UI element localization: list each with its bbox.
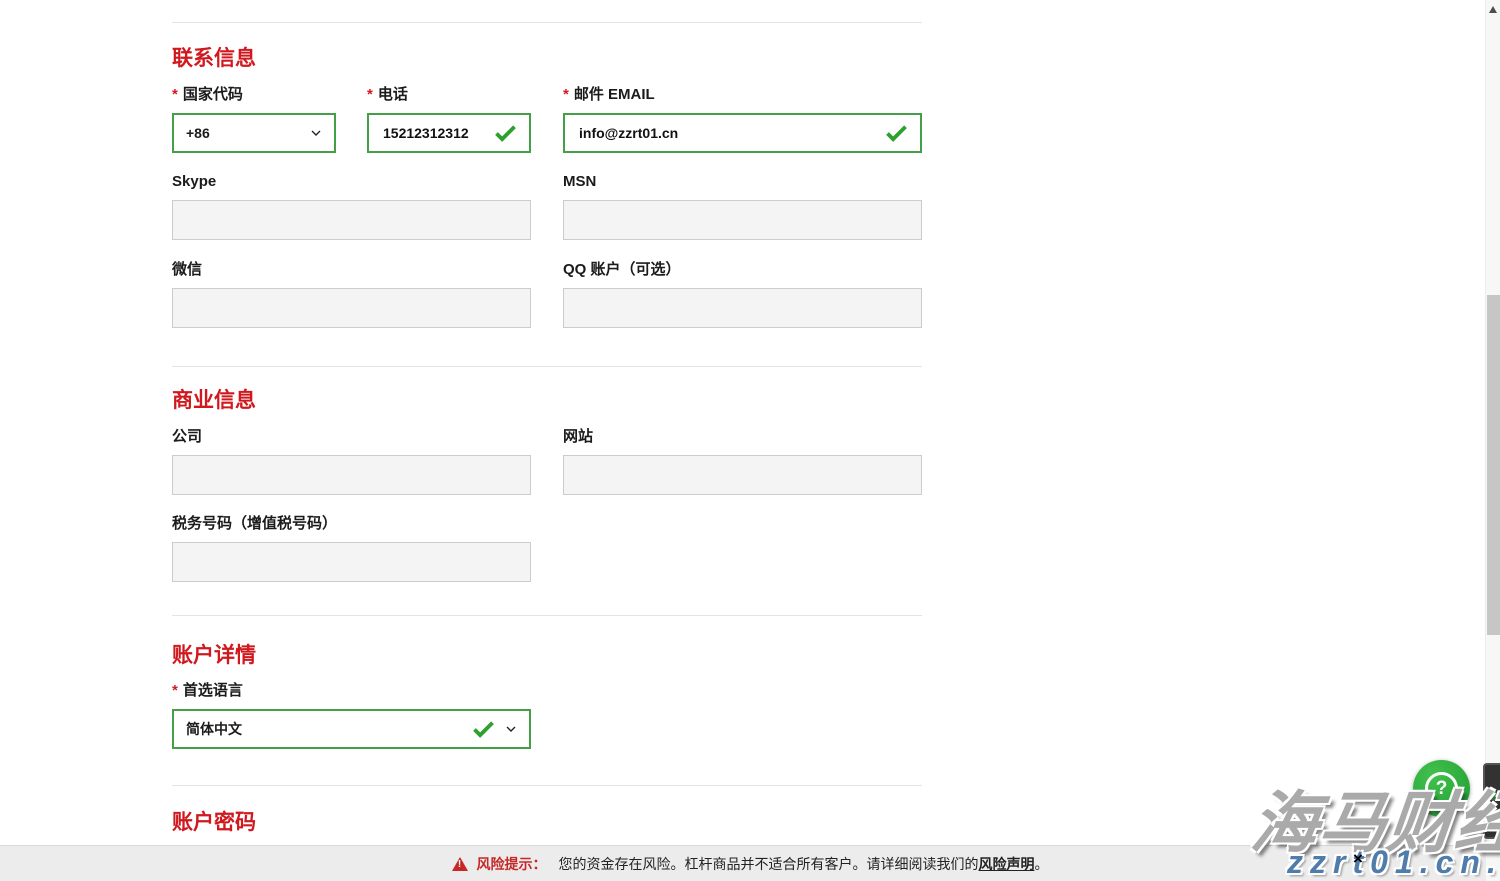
- website-input[interactable]: [563, 455, 922, 495]
- section-title-password: 账户密码: [172, 810, 922, 836]
- language-value: 简体中文: [186, 719, 242, 739]
- qq-label: QQ 账户（可选）: [563, 260, 922, 280]
- phone-field-wrap: [367, 113, 531, 153]
- valid-check-icon: [883, 120, 910, 147]
- email-label: *邮件 EMAIL: [563, 85, 922, 105]
- msn-label: MSN: [563, 172, 922, 192]
- risk-text-suffix: 。: [1035, 854, 1049, 874]
- country-code-select[interactable]: +86: [172, 113, 336, 153]
- language-label: *首选语言: [172, 681, 922, 701]
- skype-label: Skype: [172, 172, 531, 192]
- skype-input[interactable]: [172, 200, 531, 240]
- required-marker: *: [172, 86, 178, 103]
- warning-triangle-icon: !: [452, 857, 468, 871]
- registration-form: 联系信息 *国家代码 *电话 *邮件 EMAIL +86: [172, 0, 922, 836]
- msn-input[interactable]: [563, 200, 922, 240]
- scroll-up-arrow-icon[interactable]: [1489, 6, 1497, 13]
- scrollbar-thumb[interactable]: [1487, 295, 1500, 635]
- tax-number-input[interactable]: [172, 542, 531, 582]
- valid-check-icon: [492, 120, 519, 147]
- help-chat-button[interactable]: ?: [1413, 760, 1470, 817]
- email-field-wrap: [563, 113, 922, 153]
- phone-input[interactable]: [381, 124, 492, 142]
- divider: [172, 22, 922, 23]
- country-code-value: +86: [186, 125, 210, 141]
- phone-label: *电话: [367, 85, 531, 105]
- valid-check-icon: [470, 716, 497, 743]
- page-scrollbar[interactable]: [1485, 0, 1500, 881]
- email-input[interactable]: [577, 124, 883, 142]
- side-widget[interactable]: [1483, 763, 1500, 839]
- section-title-business: 商业信息: [172, 388, 922, 414]
- wechat-label: 微信: [172, 260, 531, 280]
- section-title-contact: 联系信息: [172, 46, 922, 72]
- risk-text: 您的资金存在风险。杠杆商品并不适合所有客户。请详细阅读我们的: [559, 854, 979, 874]
- website-label: 网站: [563, 427, 922, 447]
- required-marker: *: [367, 86, 373, 103]
- tax-number-label: 税务号码（增值税号码）: [172, 514, 922, 534]
- divider: [172, 785, 922, 786]
- chevron-down-icon: [308, 125, 324, 141]
- divider: [172, 615, 922, 616]
- wechat-input[interactable]: [172, 288, 531, 328]
- question-mark-icon: ?: [1425, 772, 1458, 805]
- risk-label: 风险提示：: [477, 854, 547, 874]
- company-label: 公司: [172, 427, 531, 447]
- chevron-down-icon: [503, 721, 519, 737]
- risk-warning-bar: ! 风险提示： 您的资金存在风险。杠杆商品并不适合所有客户。请详细阅读我们的风险…: [0, 845, 1500, 881]
- section-title-account: 账户详情: [172, 643, 922, 669]
- qq-input[interactable]: [563, 288, 922, 328]
- risk-statement-link[interactable]: 风险声明: [979, 854, 1035, 874]
- divider: [172, 366, 922, 367]
- language-select[interactable]: 简体中文: [172, 709, 531, 749]
- country-code-label: *国家代码: [172, 85, 336, 105]
- close-icon[interactable]: ×: [1353, 850, 1363, 868]
- required-marker: *: [563, 86, 569, 103]
- required-marker: *: [172, 682, 178, 699]
- company-input[interactable]: [172, 455, 531, 495]
